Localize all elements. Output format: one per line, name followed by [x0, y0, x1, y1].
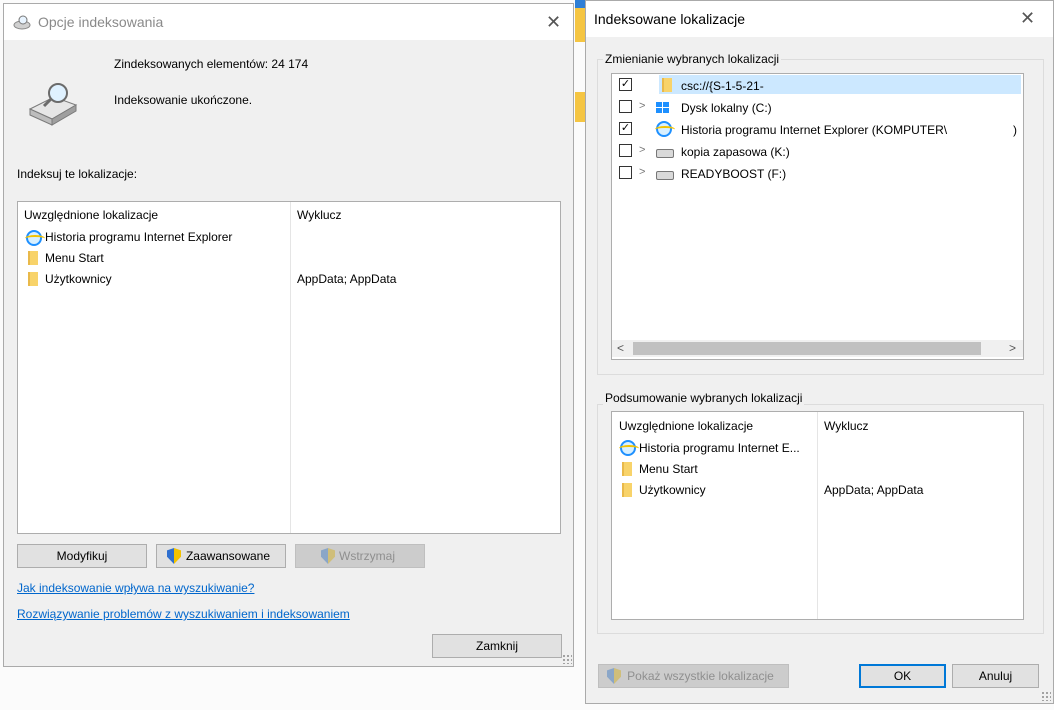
list-item-name: Użytkownicy — [45, 272, 112, 286]
list-item-exclude: AppData; AppData — [824, 483, 924, 497]
list-item-name: Historia programu Internet E... — [639, 441, 800, 455]
close-icon[interactable]: ✕ — [1020, 9, 1035, 27]
horizontal-scrollbar[interactable]: < > — [612, 340, 1023, 357]
ie-icon — [619, 440, 639, 456]
list-item-name: Historia programu Internet Explorer — [45, 230, 233, 244]
location-checkbox[interactable]: ✓ — [619, 122, 632, 135]
window-title: Opcje indeksowania — [38, 14, 164, 30]
folder-icon — [622, 483, 632, 497]
location-checkbox[interactable] — [619, 144, 632, 157]
folder-icon — [662, 78, 672, 92]
tree-item-label[interactable]: Dysk lokalny (C:) — [681, 101, 772, 115]
column-header-included[interactable]: Uwzględnione lokalizacje — [24, 208, 158, 222]
windows-drive-icon — [656, 102, 670, 114]
folder-icon — [28, 272, 38, 286]
resize-grip[interactable] — [562, 654, 572, 664]
indexed-count: Zindeksowanych elementów: 24 174 — [114, 57, 309, 71]
list-item-name: Menu Start — [45, 251, 104, 265]
advanced-button[interactable]: Zaawansowane — [156, 544, 286, 568]
tree-item-label[interactable]: Historia programu Internet Explorer (KOM… — [681, 123, 947, 137]
modify-button[interactable]: Modyfikuj — [17, 544, 147, 568]
troubleshoot-link[interactable]: Rozwiązywanie problemów z wyszukiwaniem … — [17, 607, 350, 621]
pause-button-label: Wstrzymaj — [339, 549, 395, 563]
indexing-drive-icon — [28, 83, 78, 126]
list-item-name: Użytkownicy — [639, 483, 706, 497]
background-highlight — [575, 92, 585, 122]
column-header-included[interactable]: Uwzględnione lokalizacje — [619, 419, 753, 433]
chevron-right-icon[interactable]: > — [639, 144, 645, 156]
indexing-app-icon — [13, 15, 31, 30]
list-item-exclude: AppData; AppData — [297, 272, 397, 286]
ok-button[interactable]: OK — [859, 664, 946, 688]
column-separator — [817, 412, 818, 619]
background-accent — [575, 0, 585, 8]
indexing-status: Indeksowanie ukończone. — [114, 93, 253, 107]
chevron-right-icon[interactable]: > — [639, 100, 645, 112]
chevron-right-icon[interactable]: > — [639, 166, 645, 178]
cancel-button[interactable]: Anuluj — [952, 664, 1039, 688]
ie-icon — [655, 121, 675, 137]
title-bar: Indeksowane lokalizacje ✕ — [586, 1, 1053, 37]
window-title: Indeksowane lokalizacje — [594, 11, 745, 27]
scroll-thumb[interactable] — [633, 342, 981, 355]
indexed-locations-window: Indeksowane lokalizacje ✕ Zmienianie wyb… — [585, 0, 1054, 704]
location-checkbox[interactable]: ✓ — [619, 78, 632, 91]
locations-tree[interactable]: ✓ csc://{S-1-5-21- > Dysk lokalny (C:) ✓… — [611, 73, 1024, 360]
column-header-exclude[interactable]: Wyklucz — [824, 419, 869, 433]
tree-item-label[interactable]: kopia zapasowa (K:) — [681, 145, 790, 159]
folder-icon — [28, 251, 38, 265]
summary-list[interactable]: Uwzględnione lokalizacje Wyklucz Histori… — [611, 411, 1024, 620]
group-title: Zmienianie wybranych lokalizacji — [603, 52, 782, 66]
scroll-left-icon[interactable]: < — [612, 340, 629, 357]
show-all-locations-button[interactable]: Pokaż wszystkie lokalizacje — [598, 664, 789, 688]
uac-shield-icon — [321, 548, 335, 564]
scroll-right-icon[interactable]: > — [1004, 340, 1021, 357]
pause-button[interactable]: Wstrzymaj — [295, 544, 425, 568]
advanced-button-label: Zaawansowane — [185, 549, 271, 563]
section-label: Indeksuj te lokalizacje: — [17, 167, 138, 181]
column-header-exclude[interactable]: Wyklucz — [297, 208, 342, 222]
tree-item-label[interactable]: READYBOOST (F:) — [681, 167, 786, 181]
location-checkbox[interactable] — [619, 166, 632, 179]
folder-icon — [622, 462, 632, 476]
title-bar: Opcje indeksowania ✕ — [4, 4, 573, 40]
list-item-name: Menu Start — [639, 462, 698, 476]
indexing-help-link[interactable]: Jak indeksowanie wpływa na wyszukiwanie? — [17, 581, 254, 595]
show-all-label: Pokaż wszystkie lokalizacje — [627, 669, 774, 683]
column-separator — [290, 202, 291, 533]
group-title: Podsumowanie wybranych lokalizacji — [603, 391, 805, 405]
ie-icon — [25, 230, 45, 246]
resize-grip[interactable] — [1041, 691, 1051, 701]
drive-icon — [656, 171, 674, 180]
close-icon[interactable]: ✕ — [546, 13, 561, 31]
tree-item-label-suffix: ) — [1013, 123, 1017, 137]
uac-shield-icon — [167, 548, 181, 564]
uac-shield-icon — [607, 668, 621, 684]
indexing-options-window: Opcje indeksowania ✕ Zindeksowanych elem… — [3, 3, 574, 667]
drive-icon — [656, 149, 674, 158]
tree-item-label[interactable]: csc://{S-1-5-21- — [681, 79, 764, 93]
close-button[interactable]: Zamknij — [432, 634, 562, 658]
locations-list[interactable]: Uwzględnione lokalizacje Wyklucz Histori… — [17, 201, 561, 534]
location-checkbox[interactable] — [619, 100, 632, 113]
